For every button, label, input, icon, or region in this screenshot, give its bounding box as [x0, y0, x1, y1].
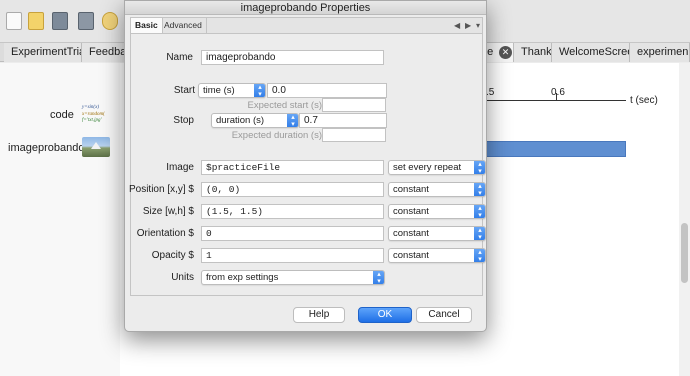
image-label: Image: [166, 162, 194, 173]
chevron-updown-icon: ▴ ▾: [474, 227, 485, 240]
tab-prev-icon[interactable]: ◀: [454, 18, 460, 33]
open-folder-icon[interactable]: [28, 12, 44, 30]
image-component-duration-bar[interactable]: [486, 141, 626, 157]
ok-button[interactable]: OK: [358, 307, 412, 323]
units-select[interactable]: from exp settings ▴ ▾: [201, 270, 385, 285]
units-label: Units: [171, 272, 194, 283]
undo-icon[interactable]: [102, 12, 118, 30]
tab-welcomescreen[interactable]: WelcomeScreen: [552, 43, 630, 62]
tab-advanced[interactable]: Advanced: [160, 18, 207, 33]
size-field[interactable]: (1.5, 1.5): [201, 204, 384, 219]
dialog-tabs: Basic Advanced ◀ ▶ ▾: [130, 17, 483, 34]
tab-next-icon[interactable]: ▶: [465, 18, 471, 33]
timeline-axis-label: t (sec): [630, 95, 658, 106]
timeline-tick-label: .5: [486, 87, 495, 98]
new-file-icon[interactable]: [6, 12, 22, 30]
tab-experiment[interactable]: experimen: [630, 43, 690, 62]
start-type-select[interactable]: time (s) ▴ ▾: [198, 83, 266, 98]
canvas-scrollbar[interactable]: [679, 63, 690, 376]
save-as-icon[interactable]: [78, 12, 94, 30]
position-update-select[interactable]: constant ▴ ▾: [388, 182, 486, 197]
properties-dialog: imageprobando Properties Basic Advanced …: [124, 0, 487, 332]
start-type-value: time (s): [203, 85, 235, 96]
help-button[interactable]: Help: [293, 307, 345, 323]
dialog-titlebar[interactable]: imageprobando Properties: [125, 1, 486, 15]
opacity-label: Opacity $: [151, 250, 194, 261]
save-icon[interactable]: [52, 12, 68, 30]
name-field[interactable]: imageprobando: [201, 50, 384, 65]
chevron-updown-icon: ▴ ▾: [287, 114, 298, 127]
position-field[interactable]: (0, 0): [201, 182, 384, 197]
scrollbar-thumb[interactable]: [681, 223, 688, 283]
image-component-icon[interactable]: [82, 137, 110, 157]
tab-feedback[interactable]: Feedback: [82, 43, 126, 62]
component-code-label[interactable]: code: [50, 109, 74, 121]
timeline-tick-label: 0.6: [551, 87, 565, 98]
chevron-updown-icon: ▴ ▾: [474, 205, 485, 218]
chevron-updown-icon: ▴ ▾: [474, 161, 485, 174]
timeline-axis: [486, 100, 626, 101]
orientation-label: Orientation $: [136, 228, 194, 239]
cancel-button[interactable]: Cancel: [416, 307, 472, 323]
size-label: Size [w,h] $: [142, 206, 194, 217]
position-update-value: constant: [393, 184, 429, 195]
tab-basic[interactable]: Basic: [131, 18, 163, 33]
chevron-updown-icon: ▴ ▾: [373, 271, 384, 284]
units-value: from exp settings: [206, 272, 279, 283]
expected-duration-label: Expected duration (s): [231, 130, 322, 141]
code-component-icon[interactable]: y=sin(x) x=random( f='txt.jpg': [82, 105, 118, 127]
chevron-updown-icon: ▴ ▾: [474, 249, 485, 262]
code-icon-line: f='txt.jpg': [82, 118, 102, 123]
opacity-field[interactable]: 1: [201, 248, 384, 263]
opacity-update-value: constant: [393, 250, 429, 261]
image-update-select[interactable]: set every repeat ▴ ▾: [388, 160, 486, 175]
image-field[interactable]: $practiceFile: [201, 160, 384, 175]
name-label: Name: [166, 52, 193, 63]
expected-start-field[interactable]: [322, 98, 386, 112]
expected-duration-field[interactable]: [322, 128, 386, 142]
stop-value-field[interactable]: 0.7: [299, 113, 387, 128]
chevron-updown-icon: ▴ ▾: [254, 84, 265, 97]
component-image-label[interactable]: imageprobando: [8, 142, 84, 154]
tab-list-icon[interactable]: ▾: [476, 18, 480, 33]
tab-thanks[interactable]: Thanks: [514, 43, 552, 62]
expected-start-label: Expected start (s): [247, 100, 322, 111]
close-tab-icon[interactable]: ✕: [499, 46, 512, 59]
size-update-select[interactable]: constant ▴ ▾: [388, 204, 486, 219]
stop-label: Stop: [173, 115, 194, 126]
chevron-updown-icon: ▴ ▾: [474, 183, 485, 196]
orientation-update-value: constant: [393, 228, 429, 239]
opacity-update-select[interactable]: constant ▴ ▾: [388, 248, 486, 263]
dialog-title: imageprobando Properties: [240, 2, 371, 14]
position-label: Position [x,y] $: [128, 184, 194, 195]
start-label: Start: [173, 85, 195, 96]
orientation-field[interactable]: 0: [201, 226, 384, 241]
image-update-value: set every repeat: [393, 162, 462, 173]
stop-type-select[interactable]: duration (s) ▴ ▾: [211, 113, 299, 128]
stop-type-value: duration (s): [216, 115, 265, 126]
orientation-update-select[interactable]: constant ▴ ▾: [388, 226, 486, 241]
size-update-value: constant: [393, 206, 429, 217]
start-value-field[interactable]: 0.0: [267, 83, 387, 98]
basic-tab-panel: Name imageprobando Start time (s) ▴ ▾ 0.0…: [128, 34, 486, 296]
tab-experimenttrial[interactable]: ExperimentTrial: [4, 43, 82, 62]
